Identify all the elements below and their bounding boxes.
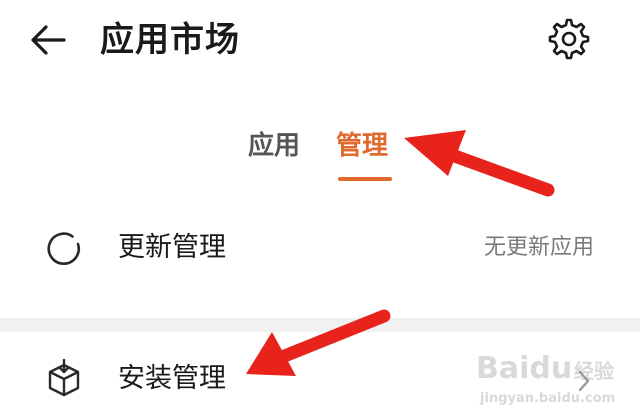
active-tab-indicator bbox=[338, 177, 392, 181]
annotation-arrow-tab bbox=[404, 130, 555, 197]
settings-button[interactable] bbox=[546, 16, 592, 62]
watermark-brand: Baidu bbox=[476, 351, 572, 386]
app-market-page: 应用市场 应用 管理 更新管理 无更新应用 安装管理 Baidu 经验 jing… bbox=[0, 0, 640, 414]
tab-apps[interactable]: 应用 bbox=[248, 126, 300, 166]
tab-manage[interactable]: 管理 bbox=[336, 126, 388, 166]
watermark-sub: 经验 bbox=[574, 359, 614, 383]
update-management-row[interactable]: 更新管理 无更新应用 bbox=[0, 208, 640, 290]
update-status-text: 无更新应用 bbox=[483, 235, 594, 260]
section-divider bbox=[0, 318, 640, 332]
arrow-left-icon bbox=[31, 25, 66, 55]
install-management-label: 安装管理 bbox=[118, 363, 226, 394]
gear-icon bbox=[548, 18, 590, 60]
package-download-icon bbox=[48, 358, 80, 397]
back-button[interactable] bbox=[24, 14, 76, 66]
watermark-url: jingyan.baidu.com bbox=[479, 391, 615, 406]
refresh-icon bbox=[47, 232, 80, 265]
page-title: 应用市场 bbox=[100, 20, 240, 60]
update-management-label: 更新管理 bbox=[118, 232, 226, 263]
baidu-watermark: Baidu 经验 jingyan.baidu.com bbox=[476, 351, 615, 406]
